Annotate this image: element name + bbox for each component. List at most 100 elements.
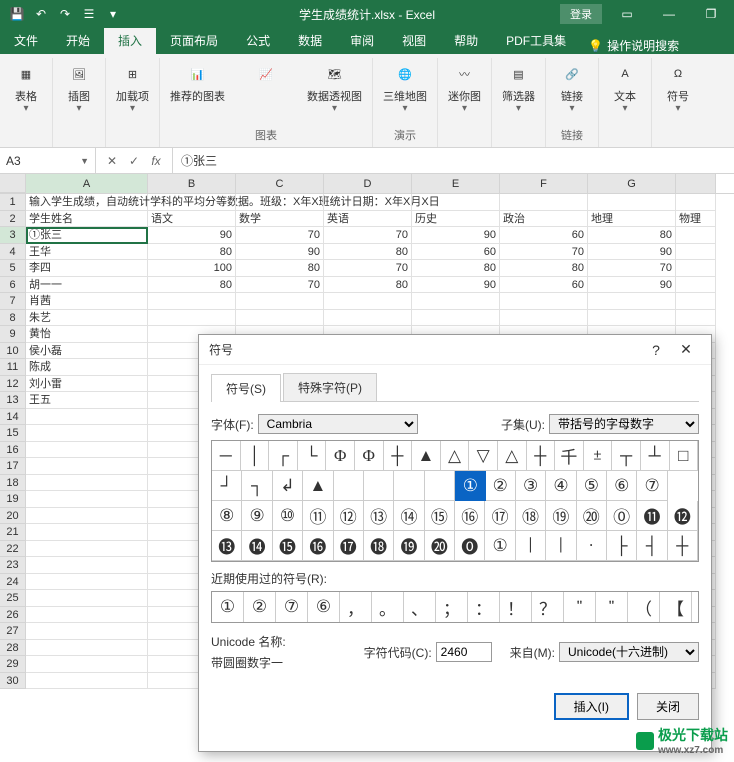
col-header-E[interactable]: E <box>412 174 500 193</box>
symbol-cell[interactable]: │ <box>241 441 270 471</box>
cell[interactable] <box>676 293 716 310</box>
symbol-cell[interactable]: Φ <box>355 441 384 471</box>
symbol-cell[interactable]: ⓳ <box>394 531 424 561</box>
symbol-cell[interactable]: ⑲ <box>546 501 576 531</box>
chevron-down-icon[interactable]: ▼ <box>80 156 89 166</box>
illustrations-button[interactable]: 🖼插图▾ <box>59 60 99 116</box>
symbol-cell[interactable]: ⓴ <box>425 531 455 561</box>
row-header[interactable]: 14 <box>0 409 26 426</box>
symbol-cell[interactable]: | <box>516 531 546 561</box>
col-header-D[interactable]: D <box>324 174 412 193</box>
cell[interactable] <box>500 194 588 211</box>
symbol-cell[interactable] <box>364 471 394 501</box>
cell[interactable]: 70 <box>324 260 412 277</box>
symbol-cell[interactable] <box>425 471 455 501</box>
symbol-cell[interactable]: ┌ <box>269 441 298 471</box>
save-icon[interactable]: 💾 <box>6 3 28 25</box>
cell[interactable] <box>324 310 412 327</box>
row-header[interactable]: 16 <box>0 442 26 459</box>
enter-formula-icon[interactable]: ✓ <box>126 154 142 168</box>
row-header[interactable]: 27 <box>0 623 26 640</box>
cell[interactable]: 物理 <box>676 211 716 228</box>
symbol-cell[interactable]: ⓬ <box>668 501 698 531</box>
symbol-cell[interactable]: ⑪ <box>303 501 333 531</box>
fx-icon[interactable]: fx <box>148 154 164 168</box>
cell[interactable] <box>26 640 148 657</box>
symbol-cell[interactable]: ③ <box>516 471 546 501</box>
restore-icon[interactable]: ❐ <box>694 0 728 28</box>
cell[interactable] <box>676 227 716 244</box>
cell[interactable]: 70 <box>236 277 324 294</box>
cell[interactable] <box>26 508 148 525</box>
symbol-cell[interactable]: └ <box>298 441 327 471</box>
cell[interactable] <box>26 574 148 591</box>
symbol-cell[interactable]: ± <box>584 441 613 471</box>
cell[interactable] <box>412 293 500 310</box>
cell[interactable]: 90 <box>588 277 676 294</box>
cell[interactable] <box>324 194 412 211</box>
symbol-cell[interactable]: ⓮ <box>242 531 272 561</box>
text-button[interactable]: A文本▾ <box>605 60 645 116</box>
cell[interactable] <box>26 607 148 624</box>
recent-symbol[interactable]: ② <box>244 592 276 622</box>
symbol-cell[interactable]: ┼ <box>527 441 556 471</box>
symbol-cell[interactable]: ┼ <box>668 531 698 561</box>
symbol-cell[interactable]: ┤ <box>637 531 667 561</box>
row-header[interactable]: 17 <box>0 458 26 475</box>
symbol-cell[interactable]: ① <box>455 471 485 501</box>
symbol-cell[interactable]: ② <box>486 471 516 501</box>
row-header[interactable]: 11 <box>0 359 26 376</box>
symbol-cell[interactable]: 千 <box>555 441 584 471</box>
symbol-cell[interactable]: ▲ <box>303 471 333 501</box>
col-header-H[interactable] <box>676 174 716 193</box>
row-header[interactable]: 3 <box>0 227 26 244</box>
cell[interactable]: 朱艺 <box>26 310 148 327</box>
recent-symbol[interactable]: ， <box>340 592 372 622</box>
minimize-icon[interactable]: — <box>652 0 686 28</box>
symbol-cell[interactable]: ─ <box>212 441 241 471</box>
cell[interactable] <box>676 277 716 294</box>
subset-select[interactable]: 带括号的字母数字 <box>549 414 699 434</box>
addins-button[interactable]: ⊞加载项▾ <box>112 60 153 116</box>
symbol-cell[interactable]: ┐ <box>242 471 272 501</box>
cell[interactable]: 90 <box>588 244 676 261</box>
row-header[interactable]: 19 <box>0 491 26 508</box>
symbol-cell[interactable]: ① <box>485 531 515 561</box>
cell[interactable]: 王五 <box>26 392 148 409</box>
tab-special-chars[interactable]: 特殊字符(P) <box>283 373 377 401</box>
cell[interactable]: ①张三 <box>26 227 148 244</box>
tab-pdf[interactable]: PDF工具集 <box>492 27 580 54</box>
symbol-cell[interactable]: ⑳ <box>577 501 607 531</box>
cell[interactable]: 地理 <box>588 211 676 228</box>
cell[interactable] <box>26 673 148 690</box>
ribbon-options-icon[interactable]: ▭ <box>610 0 644 28</box>
cell[interactable]: 100 <box>148 260 236 277</box>
pivotchart-button[interactable]: 🗺数据透视图▾ <box>303 60 366 116</box>
help-icon[interactable]: ? <box>641 342 671 358</box>
symbol-cell[interactable]: △ <box>441 441 470 471</box>
cell[interactable] <box>500 293 588 310</box>
cell[interactable]: 历史 <box>412 211 500 228</box>
cell[interactable]: 80 <box>148 244 236 261</box>
row-header[interactable]: 12 <box>0 376 26 393</box>
cell[interactable]: 90 <box>148 227 236 244</box>
row-header[interactable]: 10 <box>0 343 26 360</box>
row-header[interactable]: 18 <box>0 475 26 492</box>
recent-symbol[interactable]: ： <box>468 592 500 622</box>
col-header-B[interactable]: B <box>148 174 236 193</box>
symbol-cell[interactable]: △ <box>498 441 527 471</box>
cell[interactable]: 李四 <box>26 260 148 277</box>
symbol-cell[interactable]: ⑨ <box>242 501 272 531</box>
symbol-cell[interactable]: ⑦ <box>637 471 667 501</box>
cell[interactable]: 英语 <box>324 211 412 228</box>
symbol-cell[interactable]: ⑥ <box>607 471 637 501</box>
cell[interactable]: 80 <box>148 277 236 294</box>
row-header[interactable]: 26 <box>0 607 26 624</box>
sparklines-button[interactable]: 〰迷你图▾ <box>444 60 485 116</box>
cell[interactable] <box>676 260 716 277</box>
cell[interactable]: 70 <box>500 244 588 261</box>
symbol-cell[interactable]: ⓱ <box>334 531 364 561</box>
cell[interactable]: 语文 <box>148 211 236 228</box>
row-header[interactable]: 30 <box>0 673 26 690</box>
symbol-cell[interactable]: □ <box>670 441 699 471</box>
